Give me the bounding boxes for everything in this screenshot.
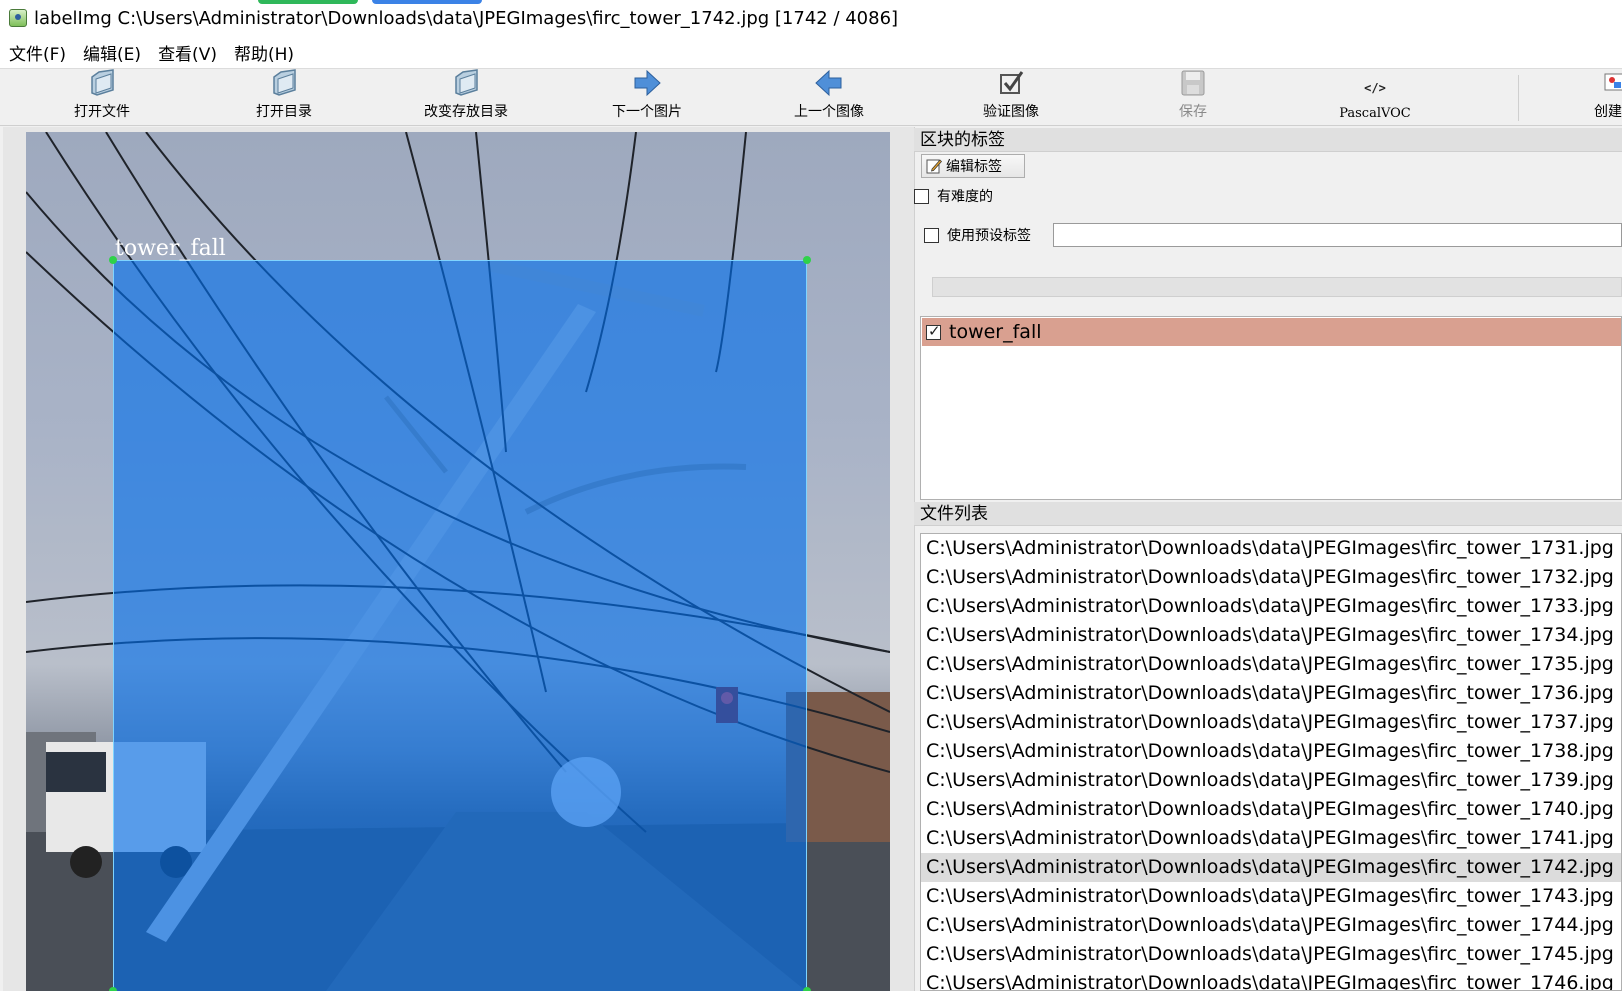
bounding-box-label: tower_fall (115, 236, 226, 261)
labels-dock-title: 区块的标签 (914, 128, 1622, 152)
file-list-item[interactable]: C:\Users\Administrator\Downloads\data\JP… (921, 534, 1621, 563)
difficult-checkbox-row[interactable]: 有难度的 (914, 186, 993, 206)
file-list-item[interactable]: C:\Users\Administrator\Downloads\data\JP… (921, 824, 1621, 853)
box-handle-top-left[interactable] (109, 256, 117, 264)
image-canvas[interactable]: tower_fall (3, 127, 914, 991)
save-button[interactable]: 保存 (1133, 69, 1253, 127)
save-label: 保存 (1179, 104, 1207, 120)
file-list-item[interactable]: C:\Users\Administrator\Downloads\data\JP… (921, 592, 1621, 621)
photo-fallen-power-pole: tower_fall (26, 132, 890, 991)
box-handle-top-right[interactable] (803, 256, 811, 264)
label-item-text: tower_fall (949, 321, 1042, 343)
file-list-item[interactable]: C:\Users\Administrator\Downloads\data\JP… (921, 940, 1621, 969)
edit-pen-icon (926, 159, 942, 174)
file-list-item[interactable]: C:\Users\Administrator\Downloads\data\JP… (921, 563, 1621, 592)
label-visible-checkbox[interactable] (926, 322, 941, 340)
change-save-dir-label: 改变存放目录 (424, 104, 508, 120)
label-list: tower_fall (920, 316, 1622, 500)
verify-image-button[interactable]: 验证图像 (951, 69, 1071, 127)
create-rect-label: 创建区 (1594, 104, 1622, 120)
file-list-item[interactable]: C:\Users\Administrator\Downloads\data\JP… (921, 650, 1621, 679)
edit-label-text: 编辑标签 (946, 159, 1002, 175)
arrow-right-icon (632, 68, 662, 98)
save-icon (1178, 68, 1208, 98)
use-default-label-checkbox[interactable] (924, 227, 939, 243)
file-list-item[interactable]: C:\Users\Administrator\Downloads\data\JP… (921, 766, 1621, 795)
open-file-button[interactable]: 打开文件 (42, 69, 162, 127)
svg-text:</>: </> (1364, 81, 1386, 95)
bounding-box[interactable] (113, 260, 807, 991)
change-save-dir-button[interactable]: 改变存放目录 (406, 69, 526, 127)
label-scrollbar[interactable] (932, 277, 1622, 297)
code-icon: </> (1360, 73, 1390, 103)
file-list-item-selected[interactable]: C:\Users\Administrator\Downloads\data\JP… (921, 853, 1621, 882)
box-handle-bottom-left[interactable] (109, 987, 117, 991)
toolbar: 打开文件 打开目录 改变存放目录 下一个图片 上一个图像 验证图像 保存 </>… (0, 68, 1622, 126)
create-rect-button[interactable]: 创建区 (1555, 69, 1622, 127)
create-box-icon (1600, 68, 1622, 98)
file-list-dock-title: 文件列表 (914, 502, 1622, 526)
title-bar: labelImg C:\Users\Administrator\Download… (0, 0, 1622, 36)
file-list-item[interactable]: C:\Users\Administrator\Downloads\data\JP… (921, 621, 1621, 650)
open-file-label: 打开文件 (74, 104, 130, 120)
next-image-button[interactable]: 下一个图片 (587, 69, 707, 127)
taskbar-accent-blue (372, 0, 482, 4)
menu-edit[interactable]: 编辑(E) (83, 40, 141, 65)
format-toggle-button[interactable]: </> PascalVOC (1315, 69, 1435, 127)
label-list-item[interactable]: tower_fall (922, 318, 1621, 346)
file-list-item[interactable]: C:\Users\Administrator\Downloads\data\JP… (921, 737, 1621, 766)
open-dir-label: 打开目录 (256, 104, 312, 120)
menu-file[interactable]: 文件(F) (9, 40, 66, 65)
next-image-label: 下一个图片 (612, 104, 682, 120)
edit-label-button[interactable]: 编辑标签 (921, 154, 1025, 178)
folder-open-icon (87, 68, 117, 98)
use-default-label-text: 使用预设标签 (947, 228, 1031, 244)
file-list-item[interactable]: C:\Users\Administrator\Downloads\data\JP… (921, 708, 1621, 737)
taskbar-accent-green (258, 0, 358, 4)
box-handle-bottom-right[interactable] (803, 987, 811, 991)
difficult-checkbox[interactable] (914, 188, 929, 204)
file-list: C:\Users\Administrator\Downloads\data\JP… (920, 533, 1622, 991)
menu-view[interactable]: 查看(V) (158, 40, 217, 65)
prev-image-label: 上一个图像 (794, 104, 864, 120)
difficult-label: 有难度的 (937, 189, 993, 205)
verify-image-label: 验证图像 (983, 104, 1039, 120)
menu-help[interactable]: 帮助(H) (234, 40, 294, 65)
menu-bar: 文件(F) 编辑(E) 查看(V) 帮助(H) (0, 36, 1622, 68)
file-list-item[interactable]: C:\Users\Administrator\Downloads\data\JP… (921, 882, 1621, 911)
file-list-item[interactable]: C:\Users\Administrator\Downloads\data\JP… (921, 795, 1621, 824)
labelimg-window: labelImg C:\Users\Administrator\Download… (0, 0, 1622, 991)
file-list-item[interactable]: C:\Users\Administrator\Downloads\data\JP… (921, 969, 1621, 990)
toolbar-separator (1518, 75, 1519, 121)
arrow-left-icon (814, 68, 844, 98)
file-list-item[interactable]: C:\Users\Administrator\Downloads\data\JP… (921, 911, 1621, 940)
labelimg-app-icon (9, 9, 27, 27)
checkbox-icon (996, 68, 1026, 98)
use-default-label-row[interactable]: 使用预设标签 (924, 225, 1031, 245)
default-label-input[interactable] (1053, 223, 1622, 247)
folder-open-icon (269, 68, 299, 98)
prev-image-button[interactable]: 上一个图像 (769, 69, 889, 127)
window-title: labelImg C:\Users\Administrator\Download… (34, 7, 899, 29)
file-list-item[interactable]: C:\Users\Administrator\Downloads\data\JP… (921, 679, 1621, 708)
folder-open-icon (451, 68, 481, 98)
open-dir-button[interactable]: 打开目录 (224, 69, 344, 127)
format-label: PascalVOC (1339, 106, 1411, 121)
